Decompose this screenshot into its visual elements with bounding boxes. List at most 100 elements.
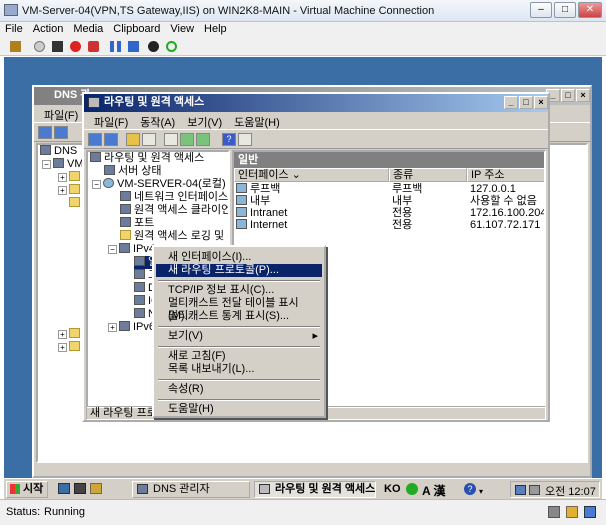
- snapshot-icon[interactable]: [148, 41, 159, 52]
- pause-icon[interactable]: [110, 41, 121, 52]
- folder-icon: [69, 197, 80, 207]
- rras-taskbar-icon: [259, 484, 270, 494]
- shutdown-icon[interactable]: [70, 41, 81, 52]
- dns-maximize-button[interactable]: □: [561, 89, 575, 102]
- menu-show-tcpip[interactable]: TCP/IP 정보 표시(C)...: [156, 284, 322, 297]
- tree-rras-root[interactable]: 라우팅 및 원격 액세스: [90, 152, 204, 165]
- menu-help[interactable]: Help: [199, 22, 232, 36]
- properties-icon[interactable]: [164, 133, 178, 146]
- taskbar-dns-manager[interactable]: DNS 관리자: [132, 481, 250, 498]
- minimize-button[interactable]: –: [530, 2, 552, 18]
- rras-close-button[interactable]: ×: [534, 96, 548, 109]
- rras-title-bar: 라우팅 및 원격 액세스 _ □ ×: [84, 94, 548, 112]
- logging-folder-icon: [120, 230, 131, 240]
- ipv6-icon: [119, 321, 130, 331]
- detail-header: 일반: [234, 152, 544, 168]
- explorer-icon[interactable]: [90, 483, 102, 494]
- start-button[interactable]: 시작: [6, 481, 48, 498]
- taskbar-rras[interactable]: 라우팅 및 원격 액세스: [254, 481, 376, 498]
- menu-view[interactable]: 보기(V) ▸: [156, 330, 322, 343]
- language-indicator[interactable]: KO: [384, 483, 401, 495]
- vm-toolbar: [0, 38, 606, 56]
- list-row[interactable]: Intranet: [236, 207, 287, 219]
- tree-ipv6[interactable]: + IPv6: [108, 321, 155, 334]
- ime-help-icon[interactable]: ?: [464, 483, 476, 495]
- export-list-icon[interactable]: [196, 133, 210, 146]
- ime-mode[interactable]: A 漢: [422, 482, 446, 499]
- menu-show-multicast-table[interactable]: 멀티캐스트 전달 테이블 표시(M)...: [156, 297, 322, 322]
- list-row[interactable]: 내부: [236, 195, 270, 207]
- show-desktop-icon[interactable]: [58, 483, 70, 494]
- dns-tree-item[interactable]: +: [58, 184, 83, 197]
- column-type[interactable]: 종류: [389, 168, 467, 182]
- vm-window-title: VM-Server-04(VPN,TS Gateway,IIS) on WIN2…: [22, 5, 435, 17]
- dns-icon: [40, 145, 51, 155]
- folder-icon: [69, 328, 80, 338]
- forward-icon[interactable]: [54, 126, 68, 139]
- volume-tray-icon[interactable]: [529, 485, 540, 495]
- menu-file[interactable]: File: [0, 22, 28, 36]
- tree-network-interfaces[interactable]: 네트워크 인터페이스: [120, 191, 228, 204]
- folder-icon: [69, 184, 80, 194]
- view-icon[interactable]: [238, 133, 252, 146]
- dns-tree-item[interactable]: +: [58, 171, 83, 184]
- rras-maximize-button[interactable]: □: [519, 96, 533, 109]
- dns-tree-root[interactable]: DNS: [40, 145, 77, 158]
- taskbar: 시작 DNS 관리자 라우팅 및 원격 액세스 KO A 漢 ? ▾ 오전 12…: [4, 478, 602, 499]
- save-state-icon[interactable]: [88, 41, 99, 52]
- folder-icon: [69, 171, 80, 181]
- submenu-arrow-icon: ▸: [312, 330, 318, 342]
- ime-options-icon[interactable]: ▾: [479, 487, 483, 496]
- ime-icon[interactable]: [406, 483, 418, 495]
- forward-icon[interactable]: [104, 133, 118, 146]
- tree-server-node[interactable]: − VM-SERVER-04(로컬): [92, 178, 226, 191]
- ctrl-alt-del-icon[interactable]: [10, 41, 21, 52]
- tree-ipv4[interactable]: − IPv4: [108, 243, 155, 256]
- menu-refresh[interactable]: 새로 고침(F): [156, 350, 322, 363]
- column-ip[interactable]: IP 주소: [467, 168, 544, 182]
- menu-new-interface[interactable]: 새 인터페이스(I)...: [156, 251, 322, 264]
- list-row[interactable]: Internet: [236, 219, 287, 231]
- menu-help[interactable]: 도움말(H): [156, 403, 322, 416]
- clock[interactable]: 오전 12:07: [545, 483, 596, 499]
- tree-remote-clients[interactable]: 원격 액세스 클라이언트: [120, 204, 228, 217]
- menu-media[interactable]: Media: [68, 22, 108, 36]
- menu-view[interactable]: View: [165, 22, 199, 36]
- list-row[interactable]: 루프백: [236, 183, 280, 195]
- rras-minimize-button[interactable]: _: [504, 96, 518, 109]
- rras-app-icon: [88, 97, 100, 108]
- vm-status-bar: Status: Running: [0, 499, 606, 525]
- system-tray: 오전 12:07: [510, 481, 600, 498]
- dns-tree-item[interactable]: +: [58, 328, 83, 341]
- column-interface[interactable]: 인터페이스 ⌄: [234, 168, 389, 182]
- tree-remote-logging[interactable]: 원격 액세스 로깅 및 정책: [120, 230, 228, 243]
- maximize-button[interactable]: □: [554, 2, 576, 18]
- back-icon[interactable]: [88, 133, 102, 146]
- menu-export-list[interactable]: 목록 내보내기(L)...: [156, 363, 322, 376]
- refresh-icon[interactable]: [180, 133, 194, 146]
- mouse-capture-icon: [548, 506, 560, 518]
- menu-properties[interactable]: 속성(R): [156, 383, 322, 396]
- tree-ports[interactable]: 포트: [120, 217, 154, 230]
- dns-close-button[interactable]: ×: [576, 89, 590, 102]
- show-hide-tree-icon[interactable]: [142, 133, 156, 146]
- rras-toolbar: ?: [84, 129, 548, 149]
- close-button[interactable]: ✕: [578, 2, 602, 18]
- menu-clipboard[interactable]: Clipboard: [108, 22, 165, 36]
- network-tray-icon[interactable]: [515, 485, 526, 495]
- back-icon[interactable]: [38, 126, 52, 139]
- menu-show-multicast-stats[interactable]: 멀티캐스트 통계 표시(S)...: [156, 310, 322, 323]
- dns-tree-item[interactable]: +: [58, 341, 83, 354]
- menu-action[interactable]: Action: [28, 22, 69, 36]
- dns-tree-server[interactable]: − VM: [42, 158, 84, 171]
- revert-icon[interactable]: [166, 41, 177, 52]
- tree-server-status[interactable]: 서버 상태: [104, 165, 162, 178]
- start-icon[interactable]: [34, 41, 45, 52]
- help-icon[interactable]: ?: [222, 133, 236, 146]
- reset-icon[interactable]: [128, 41, 139, 52]
- up-folder-icon[interactable]: [126, 133, 140, 146]
- menu-new-routing-protocol[interactable]: 새 라우팅 프로토콜(P)...: [156, 264, 322, 277]
- server-manager-icon[interactable]: [74, 483, 86, 494]
- turn-off-icon[interactable]: [52, 41, 63, 52]
- dns-tree-item[interactable]: [58, 197, 83, 210]
